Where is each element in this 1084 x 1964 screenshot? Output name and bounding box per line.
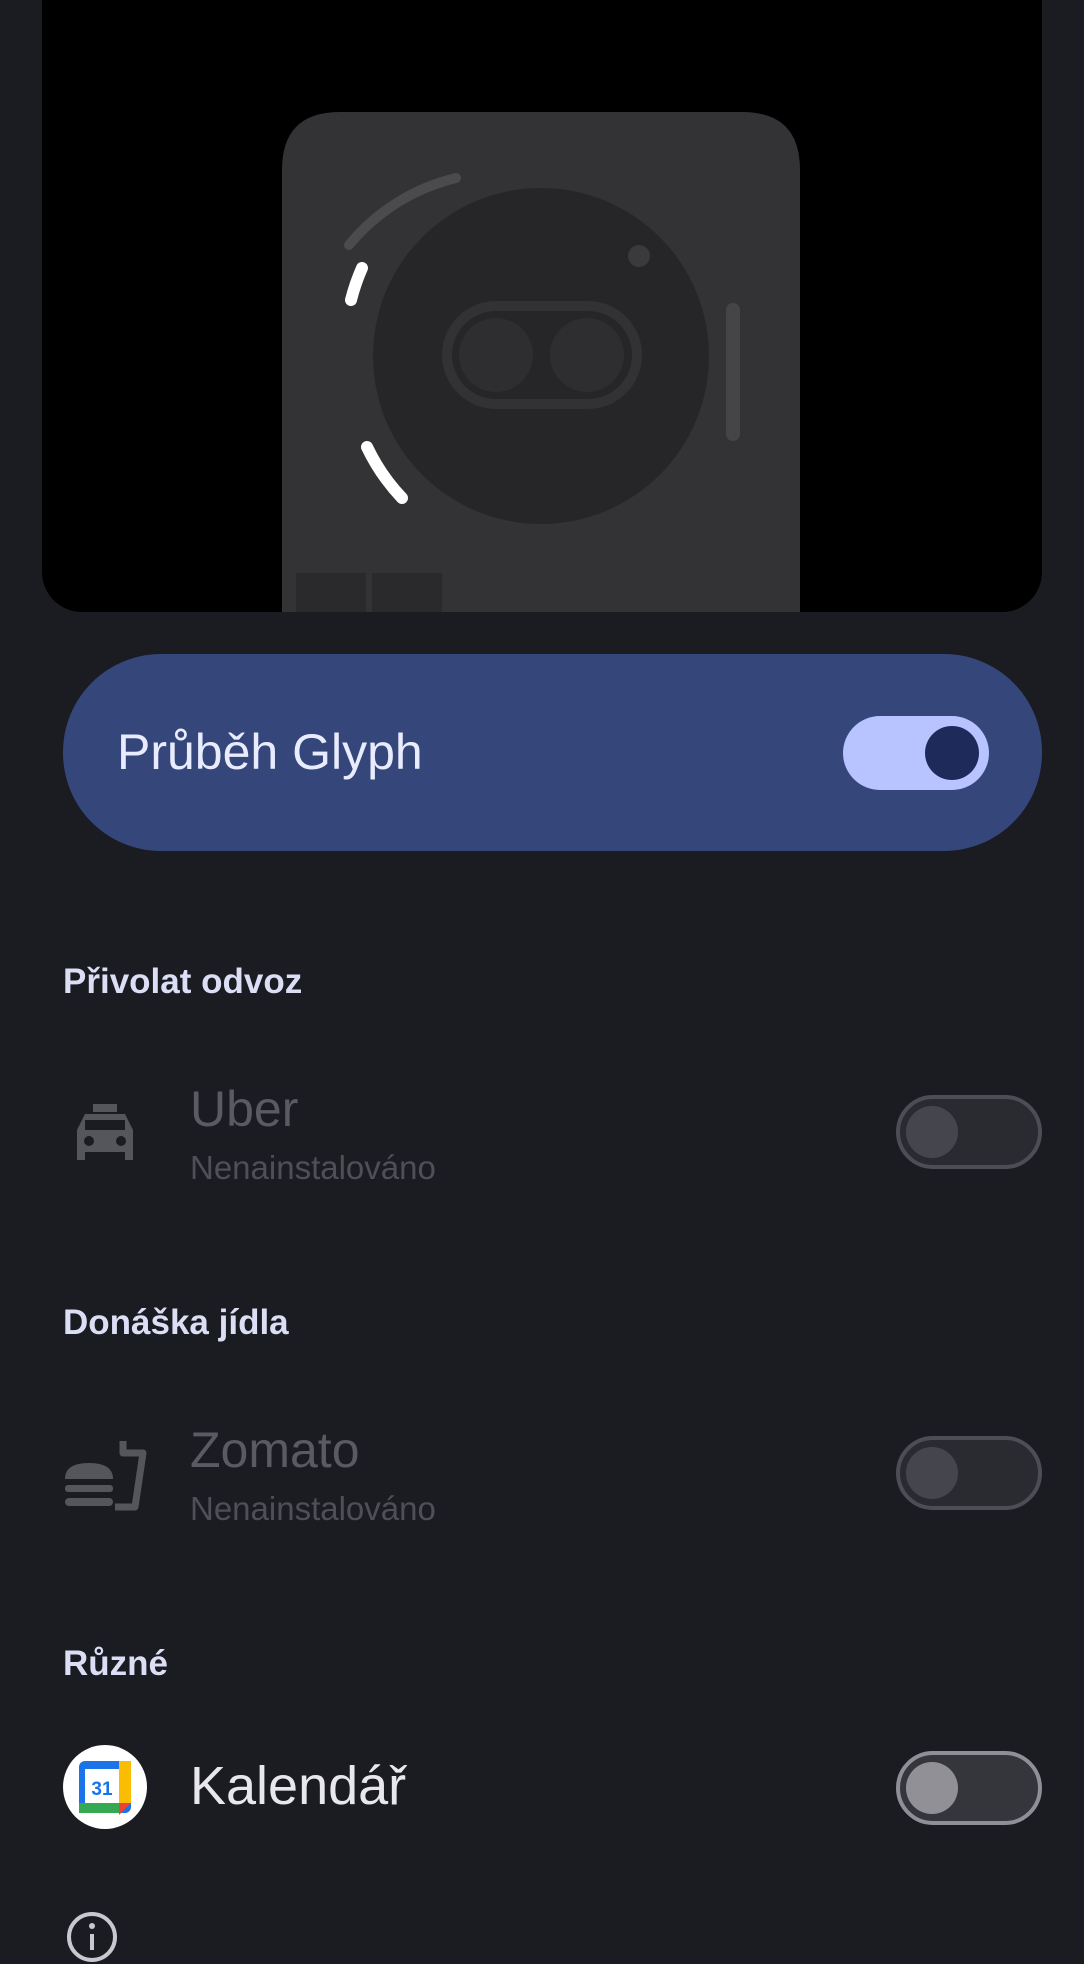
- app-name-uber: Uber: [190, 1081, 299, 1137]
- app-row-zomato[interactable]: Zomato Nenainstalováno: [0, 1393, 1084, 1553]
- section-header-misc: Různé: [63, 1644, 168, 1683]
- app-row-uber[interactable]: Uber Nenainstalováno: [0, 1052, 1084, 1212]
- toggle-knob: [906, 1762, 958, 1814]
- uber-toggle[interactable]: [896, 1095, 1042, 1169]
- taxi-icon: [77, 1104, 133, 1160]
- toggle-knob: [906, 1106, 958, 1158]
- info-icon[interactable]: [65, 1910, 119, 1964]
- section-header-food: Donáška jídla: [63, 1303, 289, 1342]
- glyph-progress-toggle[interactable]: [843, 716, 989, 790]
- glyph-progress-label: Průběh Glyph: [117, 724, 423, 780]
- glyph-preview: [42, 0, 1042, 612]
- toggle-knob: [925, 726, 979, 780]
- app-name-calendar: Kalendář: [190, 1756, 407, 1816]
- app-name-zomato: Zomato: [190, 1422, 360, 1478]
- app-status-uber: Nenainstalováno: [190, 1149, 436, 1186]
- calendar-toggle[interactable]: [896, 1751, 1042, 1825]
- app-status-zomato: Nenainstalováno: [190, 1490, 436, 1527]
- food-delivery-icon: [65, 1441, 147, 1511]
- zomato-toggle[interactable]: [896, 1436, 1042, 1510]
- glyph-progress-card[interactable]: Průběh Glyph: [63, 654, 1042, 851]
- section-header-ride: Přivolat odvoz: [63, 962, 303, 1001]
- google-calendar-icon: 31: [63, 1745, 147, 1829]
- calendar-day-number: 31: [91, 1779, 113, 1800]
- phone-back-illustration: [282, 112, 800, 612]
- toggle-knob: [906, 1447, 958, 1499]
